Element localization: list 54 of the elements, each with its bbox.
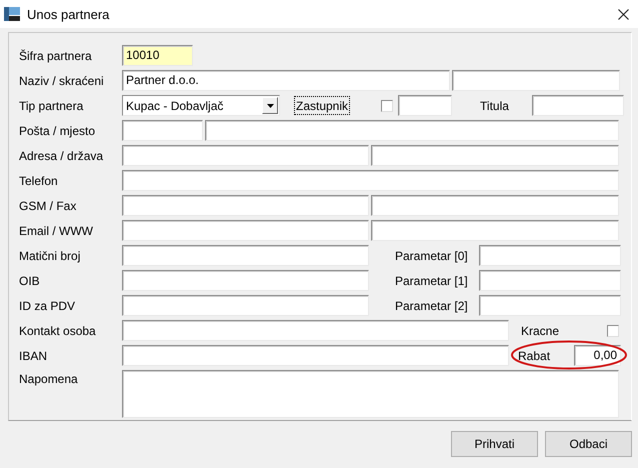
field-label: Tip partnera: [19, 98, 84, 112]
app-icon: [4, 7, 20, 21]
field-label: Kontakt osoba: [19, 324, 97, 338]
input-field[interactable]: [122, 170, 619, 191]
input-field[interactable]: [122, 145, 369, 166]
field-label: Matični broj: [19, 248, 82, 262]
input-field[interactable]: [532, 95, 624, 116]
input-field[interactable]: [479, 270, 621, 291]
dialog-button[interactable]: Prihvati: [451, 431, 538, 457]
field-label: Email / WWW: [19, 224, 94, 238]
field-label: GSM / Fax: [19, 198, 78, 212]
field-label: Parametar [2]: [395, 298, 469, 312]
field-label: Napomena: [19, 371, 79, 386]
field-label: Kracne: [521, 324, 560, 338]
caret-icon: [266, 104, 274, 108]
field-label: Parametar [1]: [395, 274, 469, 288]
text-field[interactable]: Partner d.o.o.: [122, 70, 450, 91]
checkbox[interactable]: [607, 324, 619, 336]
field-label: Telefon: [19, 174, 59, 188]
text-field[interactable]: 10010: [122, 45, 193, 66]
checkbox[interactable]: [381, 100, 394, 112]
input-field[interactable]: [122, 270, 369, 291]
input-field[interactable]: [122, 120, 203, 141]
input-field[interactable]: [398, 95, 452, 116]
number-field[interactable]: 0,00: [574, 345, 621, 366]
field-label: OIB: [19, 274, 41, 288]
input-field[interactable]: [122, 245, 369, 266]
dialog-button[interactable]: Odbaci: [545, 431, 632, 457]
field-label: IBAN: [19, 348, 48, 362]
input-field[interactable]: [479, 245, 621, 266]
close-icon[interactable]: [618, 8, 629, 20]
field-label: Pošta / mjesto: [19, 124, 96, 138]
field-label: Rabat: [518, 348, 552, 362]
window-title: Unos partnera: [27, 6, 110, 22]
input-field[interactable]: [122, 345, 509, 366]
field-label: Adresa / država: [19, 148, 104, 162]
input-field[interactable]: [122, 320, 509, 341]
field-label: Titula: [480, 98, 510, 112]
field-label: ID za PDV: [19, 298, 76, 312]
dropdown[interactable]: Kupac - Dobavljač: [122, 95, 280, 116]
field-label: Šifra partnera: [19, 48, 93, 62]
input-field[interactable]: [452, 70, 620, 91]
input-field[interactable]: [122, 195, 369, 216]
input-field[interactable]: [371, 220, 619, 241]
field-label: Parametar [0]: [395, 248, 469, 262]
input-field[interactable]: [122, 220, 369, 241]
input-field[interactable]: [122, 295, 369, 316]
input-field[interactable]: [205, 120, 619, 141]
zastupnik-button[interactable]: Zastupnik: [295, 97, 350, 114]
field-label: Naziv / skraćeni: [19, 74, 105, 88]
input-field[interactable]: [371, 145, 619, 166]
text-area[interactable]: [122, 370, 619, 418]
input-field[interactable]: [371, 195, 619, 216]
input-field[interactable]: [479, 295, 621, 316]
